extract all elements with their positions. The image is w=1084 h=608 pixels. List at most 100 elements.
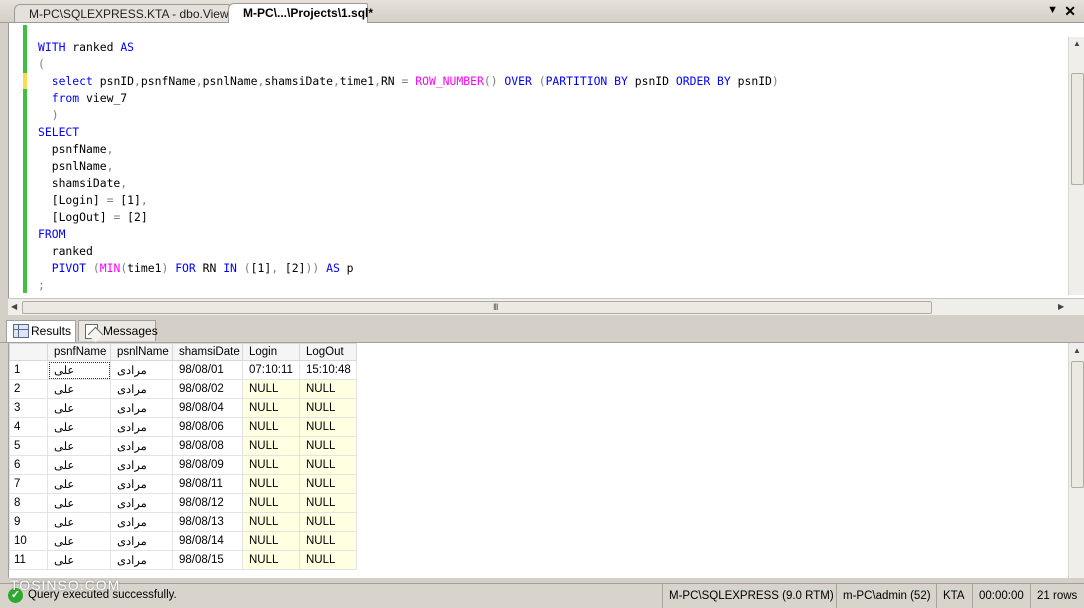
results-grid[interactable]: psnfName psnlName shamsiDate Login LogOu…	[8, 343, 1084, 578]
row-number-cell[interactable]: 4	[9, 417, 48, 437]
grid-cell[interactable]: 15:10:48	[299, 360, 357, 380]
scroll-up-icon[interactable]: ▲	[1073, 39, 1081, 48]
scroll-right-icon[interactable]: ▶	[1058, 302, 1064, 311]
table-row[interactable]: 9 علی مرادی 98/08/13 NULL NULL	[9, 512, 357, 532]
grid-cell[interactable]: 98/08/15	[172, 550, 243, 570]
grid-cell[interactable]: مرادی	[110, 417, 173, 437]
table-row[interactable]: 10 علی مرادی 98/08/14 NULL NULL	[9, 531, 357, 551]
grid-cell[interactable]: NULL	[242, 474, 300, 494]
table-row[interactable]: 7 علی مرادی 98/08/11 NULL NULL	[9, 474, 357, 494]
grid-cell[interactable]: 98/08/01	[172, 360, 243, 380]
grid-cell[interactable]: NULL	[299, 379, 357, 399]
grid-cell[interactable]: علی	[47, 474, 111, 494]
grid-cell[interactable]: NULL	[242, 512, 300, 532]
grid-cell[interactable]: مرادی	[110, 474, 173, 494]
scroll-left-icon[interactable]: ◀	[11, 302, 17, 311]
grid-cell[interactable]: NULL	[242, 398, 300, 418]
scroll-up-icon[interactable]: ▲	[1073, 346, 1081, 355]
grid-cell[interactable]: NULL	[299, 550, 357, 570]
editor-horizontal-scrollbar[interactable]: ◀ III ▶	[8, 298, 1084, 315]
grid-cell[interactable]: علی	[47, 417, 111, 437]
row-number-cell[interactable]: 11	[9, 550, 48, 570]
grid-cell[interactable]: مرادی	[110, 512, 173, 532]
sql-code[interactable]: WITH ranked AS ( select psnID,psnfName,p…	[38, 39, 779, 294]
row-number-cell[interactable]: 7	[9, 474, 48, 494]
grid-cell[interactable]: NULL	[242, 550, 300, 570]
grid-cell[interactable]: علی	[47, 512, 111, 532]
grid-cell[interactable]: مرادی	[110, 360, 173, 380]
grid-cell[interactable]: مرادی	[110, 436, 173, 456]
editor-vertical-scrollbar[interactable]: ▲	[1068, 37, 1084, 295]
tab-results[interactable]: Results	[6, 320, 76, 342]
grid-cell[interactable]: 98/08/08	[172, 436, 243, 456]
grid-cell[interactable]: علی	[47, 531, 111, 551]
close-icon[interactable]: ✕	[1064, 3, 1076, 20]
grid-cell[interactable]: NULL	[299, 474, 357, 494]
grid-cell[interactable]: 07:10:11	[242, 360, 300, 380]
grid-cell[interactable]: مرادی	[110, 531, 173, 551]
grid-cell[interactable]: علی	[47, 493, 111, 513]
grid-cell[interactable]: NULL	[242, 436, 300, 456]
row-number-cell[interactable]: 3	[9, 398, 48, 418]
grid-cell[interactable]: NULL	[299, 398, 357, 418]
tab-query-1-sql[interactable]: M-PC\...\Projects\1.sql*	[228, 3, 373, 23]
column-header-psnlname[interactable]: psnlName	[110, 343, 173, 361]
dropdown-arrow-icon[interactable]: ▼	[1047, 4, 1058, 16]
row-number-header[interactable]	[9, 343, 48, 361]
row-number-cell[interactable]: 8	[9, 493, 48, 513]
table-row[interactable]: 5 علی مرادی 98/08/08 NULL NULL	[9, 436, 357, 456]
row-number-cell[interactable]: 2	[9, 379, 48, 399]
grid-cell[interactable]: 98/08/11	[172, 474, 243, 494]
grid-cell[interactable]: 98/08/06	[172, 417, 243, 437]
scroll-thumb[interactable]	[1071, 73, 1084, 185]
column-header-psnfname[interactable]: psnfName	[47, 343, 111, 361]
grid-cell[interactable]: مرادی	[110, 379, 173, 399]
grid-cell[interactable]: مرادی	[110, 550, 173, 570]
row-number-cell[interactable]: 10	[9, 531, 48, 551]
grid-cell[interactable]: 98/08/13	[172, 512, 243, 532]
table-row[interactable]: 4 علی مرادی 98/08/06 NULL NULL	[9, 417, 357, 437]
grid-cell[interactable]: NULL	[299, 455, 357, 475]
grid-cell[interactable]: NULL	[299, 512, 357, 532]
row-number-cell[interactable]: 5	[9, 436, 48, 456]
table-row[interactable]: 3 علی مرادی 98/08/04 NULL NULL	[9, 398, 357, 418]
row-number-cell[interactable]: 9	[9, 512, 48, 532]
row-number-cell[interactable]: 6	[9, 455, 48, 475]
grid-cell[interactable]: علی	[47, 360, 111, 380]
grid-cell[interactable]: NULL	[242, 493, 300, 513]
scroll-thumb[interactable]	[1071, 361, 1084, 488]
grid-cell[interactable]: علی	[47, 455, 111, 475]
grid-cell[interactable]: علی	[47, 398, 111, 418]
query-editor[interactable]: WITH ranked AS ( select psnID,psnfName,p…	[8, 23, 1084, 298]
table-row[interactable]: 2 علی مرادی 98/08/02 NULL NULL	[9, 379, 357, 399]
grid-cell[interactable]: NULL	[299, 436, 357, 456]
grid-cell[interactable]: NULL	[299, 531, 357, 551]
column-header-login[interactable]: Login	[242, 343, 300, 361]
grid-cell[interactable]: 98/08/14	[172, 531, 243, 551]
tab-messages[interactable]: Messages	[78, 320, 158, 341]
grid-cell[interactable]: علی	[47, 550, 111, 570]
grid-cell[interactable]: 98/08/09	[172, 455, 243, 475]
grid-cell[interactable]: NULL	[242, 417, 300, 437]
grid-cell[interactable]: علی	[47, 436, 111, 456]
table-row[interactable]: 6 علی مرادی 98/08/09 NULL NULL	[9, 455, 357, 475]
grid-cell[interactable]: NULL	[242, 531, 300, 551]
grid-cell[interactable]: مرادی	[110, 398, 173, 418]
grid-vertical-scrollbar[interactable]: ▲	[1068, 343, 1084, 578]
column-header-logout[interactable]: LogOut	[299, 343, 357, 361]
table-row[interactable]: 8 علی مرادی 98/08/12 NULL NULL	[9, 493, 357, 513]
scroll-thumb[interactable]: III	[22, 301, 932, 314]
grid-cell[interactable]: مرادی	[110, 493, 173, 513]
grid-cell[interactable]: NULL	[299, 493, 357, 513]
tab-view-7[interactable]: M-PC\SQLEXPRESS.KTA - dbo.View_7	[14, 4, 242, 22]
table-row[interactable]: 1 علی مرادی 98/08/01 07:10:11 15:10:48	[9, 360, 357, 380]
row-number-cell[interactable]: 1	[9, 360, 48, 380]
grid-cell[interactable]: 98/08/12	[172, 493, 243, 513]
grid-cell[interactable]: NULL	[242, 455, 300, 475]
grid-cell[interactable]: NULL	[299, 417, 357, 437]
grid-cell[interactable]: 98/08/04	[172, 398, 243, 418]
grid-cell[interactable]: 98/08/02	[172, 379, 243, 399]
column-header-shamsidate[interactable]: shamsiDate	[172, 343, 243, 361]
table-row[interactable]: 11 علی مرادی 98/08/15 NULL NULL	[9, 550, 357, 570]
grid-cell[interactable]: علی	[47, 379, 111, 399]
